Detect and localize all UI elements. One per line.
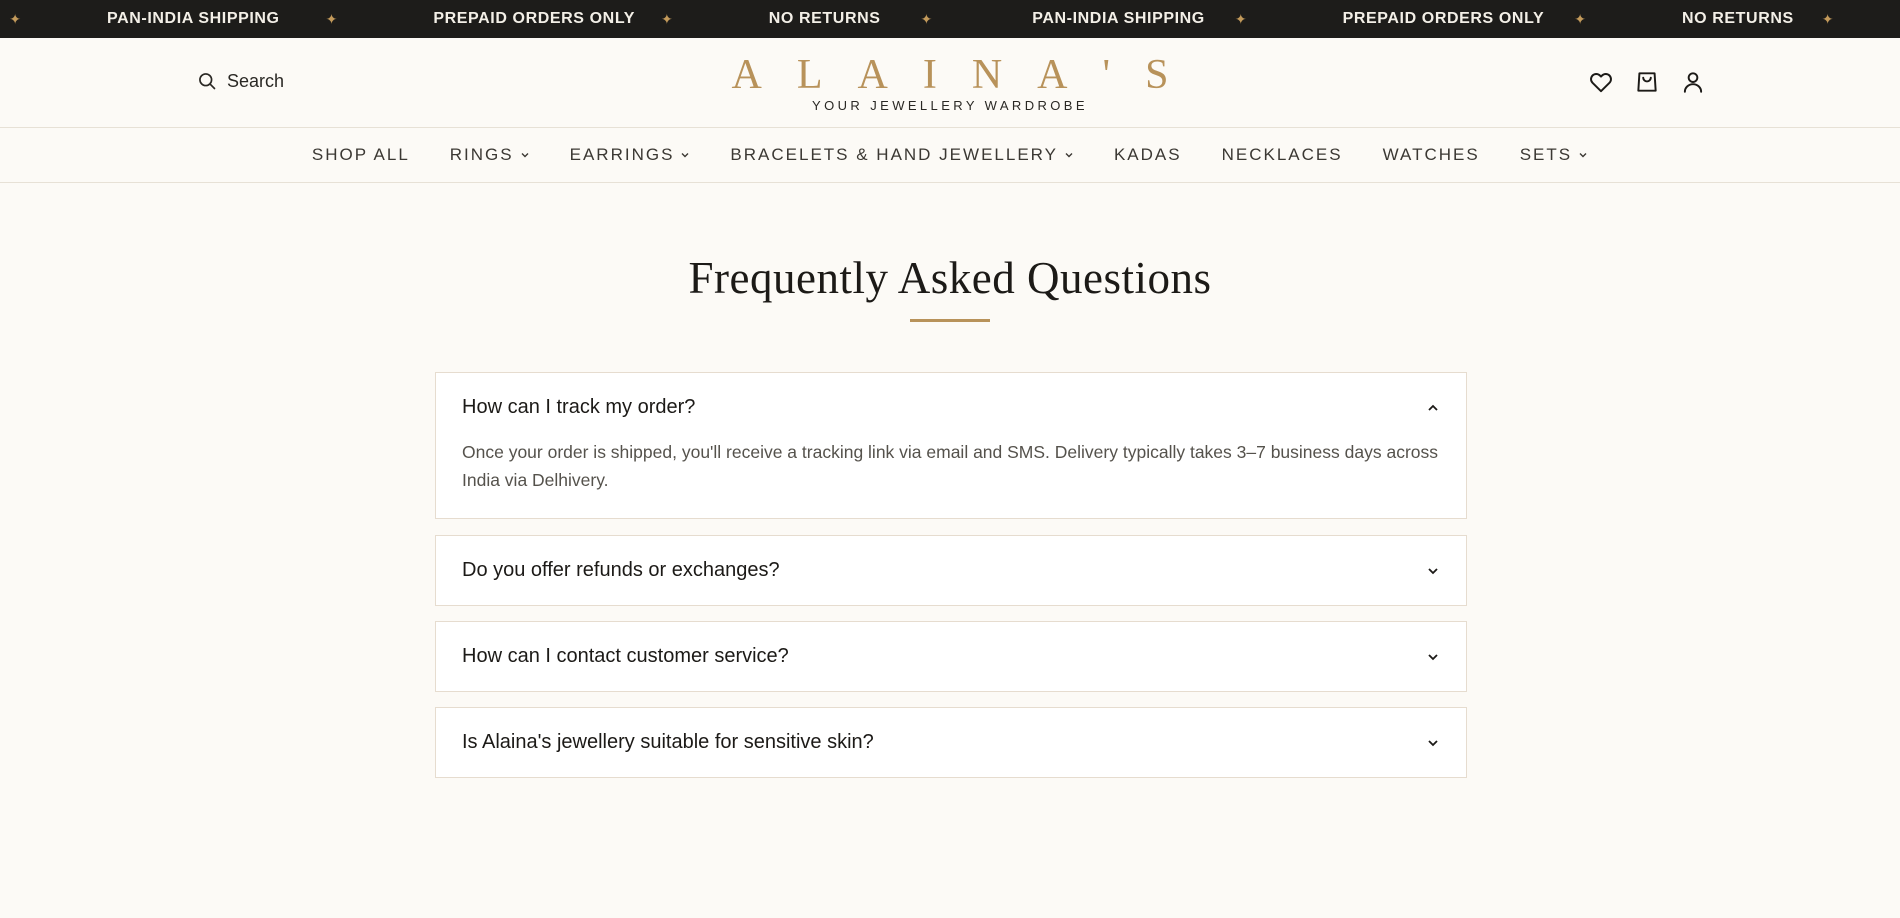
announcement-item: PAN-INDIA SHIPPING <box>1032 10 1205 27</box>
chevron-down-icon <box>521 153 529 158</box>
star-icon: ✦ <box>1574 10 1586 27</box>
star-icon: ✦ <box>1821 10 1834 27</box>
announcement-item: PREPAID ORDERS ONLY <box>1342 10 1545 27</box>
nav-item-label: WATCHES <box>1382 145 1480 164</box>
search-icon <box>199 73 216 90</box>
user-icon[interactable] <box>1680 69 1706 95</box>
chevron-down-icon <box>1065 153 1073 158</box>
nav-item-kadas[interactable]: KADAS <box>1094 145 1202 165</box>
search-label: Search <box>227 70 285 91</box>
nav-item-label: NECKLACES <box>1221 145 1343 164</box>
nav-item-watches[interactable]: WATCHES <box>1363 145 1500 165</box>
nav-item-rings[interactable]: RINGS <box>430 145 550 165</box>
nav-item-earrings[interactable]: EARRINGS <box>550 145 711 165</box>
logo-tagline: YOUR JEWELLERY WARDROBE <box>812 98 1088 113</box>
nav-item-label: SETS <box>1519 145 1573 164</box>
faq-question: Do you offer refunds or exchanges? <box>462 559 780 581</box>
nav-item-bracelets[interactable]: BRACELETS & HAND JEWELLERY <box>710 145 1094 165</box>
nav-item-label: KADAS <box>1113 145 1182 164</box>
main-nav: SHOP ALL RINGS EARRINGS BRACELETS & HAND… <box>0 128 1900 183</box>
faq-item: How can I contact customer service? <box>435 621 1467 692</box>
faq-question-button[interactable]: How can I contact customer service? <box>436 622 1466 691</box>
announcement-item: NO RETURNS <box>768 10 881 27</box>
search-button[interactable]: Search <box>197 68 284 94</box>
faq-answer: Once your order is shipped, you'll recei… <box>462 442 1439 490</box>
nav-item-sets[interactable]: SETS <box>1500 145 1608 165</box>
faq-question-button[interactable]: Do you offer refunds or exchanges? <box>436 536 1466 605</box>
chevron-down-icon <box>1428 653 1438 660</box>
nav-item-necklaces[interactable]: NECKLACES <box>1202 145 1363 165</box>
chevron-up-icon <box>1428 404 1438 411</box>
site-logo[interactable]: ALAINA'S YOUR JEWELLERY WARDROBE <box>650 52 1250 113</box>
star-icon: ✦ <box>1234 10 1247 27</box>
chevron-down-icon <box>1579 153 1587 158</box>
heart-icon[interactable] <box>1588 69 1614 95</box>
faq-item: Is Alaina's jewellery suitable for sensi… <box>435 707 1467 778</box>
announcement-track: S ✦ PAN-INDIA SHIPPING ✦ PREPAID ORDERS … <box>0 0 1834 38</box>
nav-item-shop-all[interactable]: SHOP ALL <box>292 145 430 165</box>
star-icon: ✦ <box>920 10 933 27</box>
chevron-down-icon <box>681 153 689 158</box>
faq-question: How can I contact customer service? <box>462 645 789 667</box>
faq-item: How can I track my order? Once your orde… <box>435 372 1467 519</box>
title-underline <box>910 319 990 322</box>
star-icon: ✦ <box>661 10 673 27</box>
faq-question: How can I track my order? <box>462 396 696 418</box>
star-icon: ✦ <box>325 10 338 27</box>
faq-question-button[interactable]: Is Alaina's jewellery suitable for sensi… <box>436 708 1466 777</box>
nav-item-label: RINGS <box>449 145 514 164</box>
logo-wordmark: ALAINA'S <box>731 52 1204 98</box>
nav-item-label: EARRINGS <box>569 145 675 164</box>
nav-item-label: SHOP ALL <box>311 145 410 164</box>
star-icon: ✦ <box>9 10 22 27</box>
chevron-down-icon <box>1428 567 1438 574</box>
chevron-down-icon <box>1428 739 1438 746</box>
site-header: Search ALAINA'S YOUR JEWELLERY WARDROBE <box>0 38 1900 128</box>
faq-question-button[interactable]: How can I track my order? <box>436 373 1466 442</box>
bag-icon[interactable] <box>1634 69 1660 95</box>
announcement-item: NO RETURNS <box>1682 10 1794 27</box>
header-actions <box>1588 69 1706 95</box>
announcement-item: PAN-INDIA SHIPPING <box>107 10 280 27</box>
faq-question: Is Alaina's jewellery suitable for sensi… <box>462 731 874 753</box>
page-title: Frequently Asked Questions <box>688 253 1212 303</box>
announcement-bar: S ✦ PAN-INDIA SHIPPING ✦ PREPAID ORDERS … <box>0 0 1900 38</box>
faq-item: Do you offer refunds or exchanges? <box>435 535 1467 606</box>
nav-item-label: BRACELETS & HAND JEWELLERY <box>730 145 1058 164</box>
announcement-item: PREPAID ORDERS ONLY <box>433 10 636 27</box>
